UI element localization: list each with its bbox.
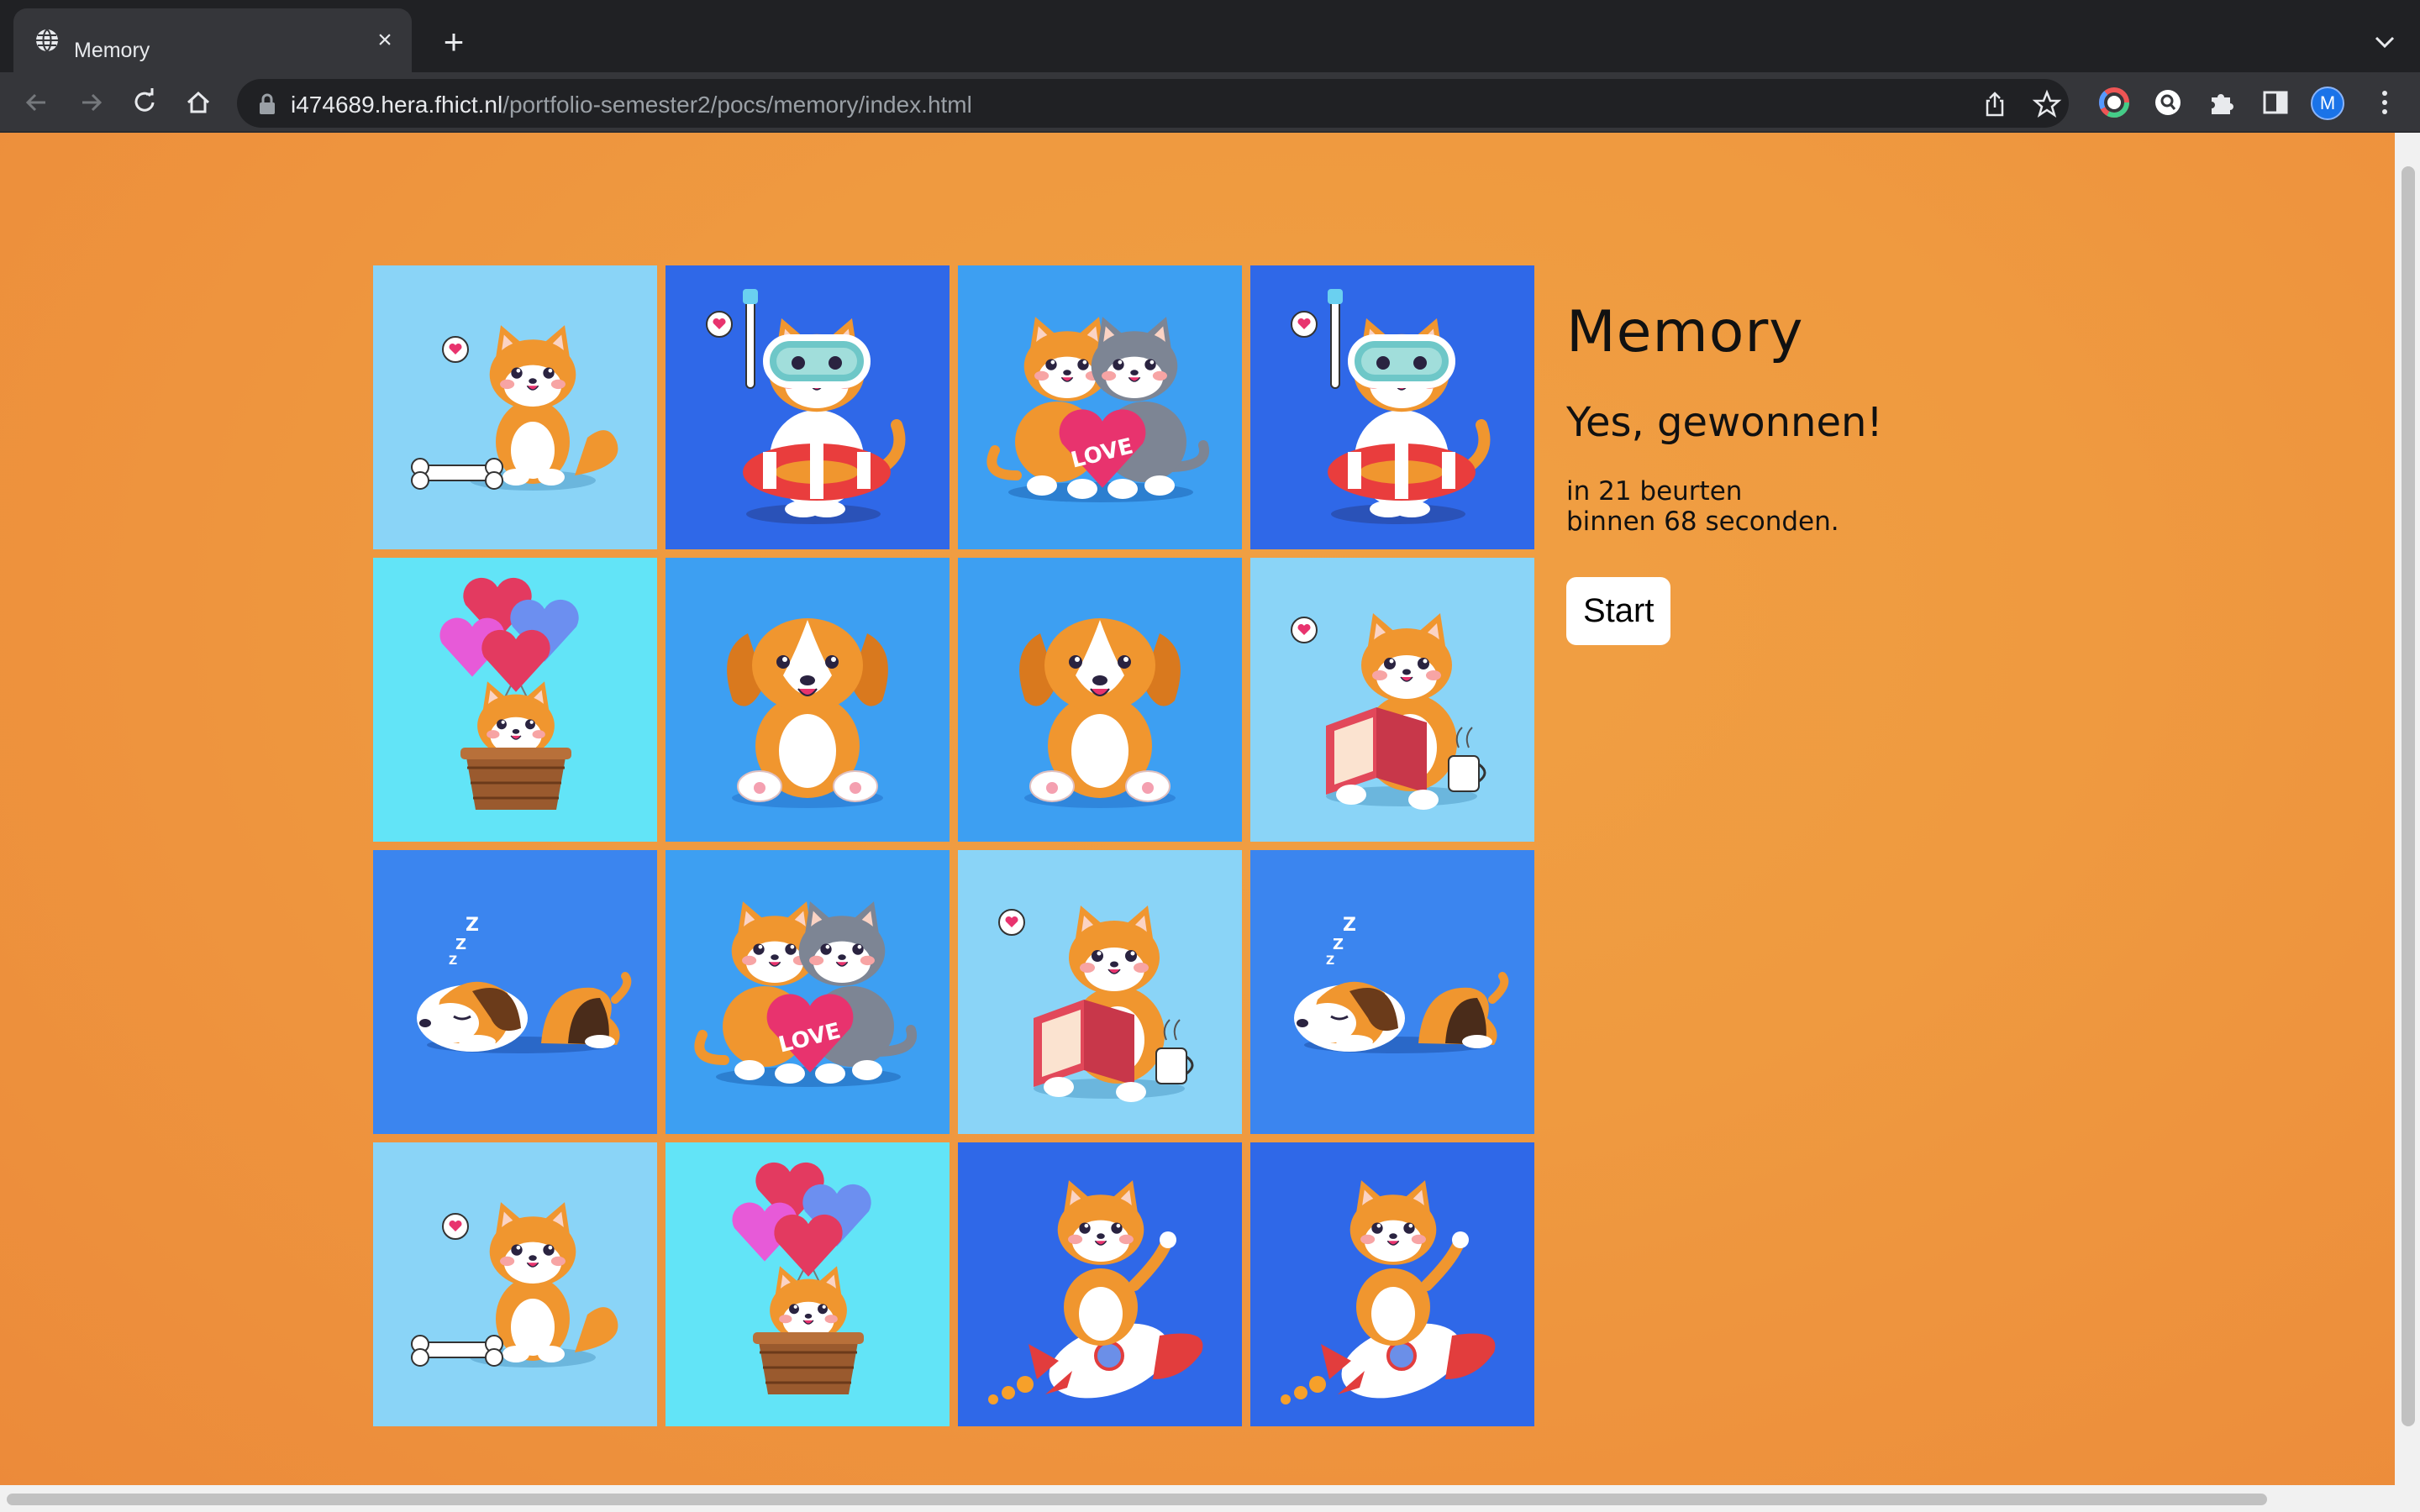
vertical-scrollbar[interactable] [2395,133,2420,1485]
puppy-illustration [727,618,888,808]
svg-text:Z: Z [455,936,466,953]
share-icon[interactable] [1980,89,2010,119]
result-message: Yes, gewonnen! [1566,399,1883,446]
globe-icon [36,29,58,52]
sleeping-dog-illustration: Z Z Z [417,915,632,1053]
memory-card-shiba-bone[interactable] [373,265,657,549]
shiba-bone-illustration [411,1202,618,1368]
new-tab-button[interactable]: + [435,24,472,60]
memory-board: LOVE Z Z Z LOVE Z Z Z [373,265,1536,1428]
horizontal-scrollbar[interactable] [0,1485,2420,1512]
close-tab-icon[interactable]: × [368,24,402,57]
svg-text:Z: Z [1343,915,1356,936]
svg-text:Z: Z [449,954,457,968]
memory-card-shiba-bone[interactable] [373,1142,657,1426]
svg-text:Z: Z [1333,936,1344,953]
bookmark-star-icon[interactable] [2032,89,2062,119]
reload-icon[interactable] [126,84,163,121]
address-bar[interactable]: i474689.hera.fhict.nl/portfolio-semester… [237,79,2069,128]
cats-love-illustration: LOVE [694,901,918,1087]
time-text: binnen 68 seconden. [1566,507,1839,537]
turns-text: in 21 beurten [1566,476,1743,507]
url-path: /portfolio-semester2/pocs/memory/index.h… [502,92,972,118]
vertical-scroll-thumb[interactable] [2402,166,2415,1426]
memory-card-sleeping-dog[interactable]: Z Z Z [1250,850,1534,1134]
snorkel-cat-illustration [1291,289,1491,524]
back-arrow-icon[interactable] [18,84,55,121]
forward-arrow-icon[interactable] [72,84,109,121]
browser-toolbar: i474689.hera.fhict.nl/portfolio-semester… [0,72,2420,133]
page-title: Memory [1566,299,1804,365]
page-viewport: LOVE Z Z Z LOVE Z Z Z Memory Yes, gewonn… [0,133,2420,1512]
svg-text:Z: Z [1326,954,1334,968]
chevron-down-icon[interactable] [2368,25,2402,59]
browser-tabstrip: Memory × + [0,0,2420,72]
memory-card-balloon-corgi[interactable] [666,1142,950,1426]
url-host: i474689.hera.fhict.nl [291,92,503,118]
memory-card-puppy[interactable] [958,558,1242,842]
rocket-shiba-illustration [1281,1180,1496,1404]
snorkel-cat-illustration [706,289,906,524]
memory-card-shiba-reading[interactable] [958,850,1242,1134]
start-button[interactable]: Start [1566,577,1671,645]
memory-card-puppy[interactable] [666,558,950,842]
memory-card-balloon-corgi[interactable] [373,558,657,842]
puzzle-piece-icon[interactable] [2203,84,2240,121]
balloon-corgi-illustration [439,577,579,810]
shiba-reading-illustration [1291,613,1486,810]
kebab-menu-icon[interactable] [2368,84,2402,121]
memory-card-cats-love[interactable]: LOVE [958,265,1242,549]
rocket-shiba-illustration [988,1180,1203,1404]
browser-tab[interactable]: Memory × [13,8,412,72]
color-extension-icon[interactable] [2096,84,2133,121]
memory-card-rocket-shiba[interactable] [1250,1142,1534,1426]
memory-card-snorkel-cat[interactable] [666,265,950,549]
memory-card-snorkel-cat[interactable] [1250,265,1534,549]
tab-title: Memory [74,39,150,62]
search-extension-icon[interactable] [2149,84,2186,121]
memory-card-sleeping-dog[interactable]: Z Z Z [373,850,657,1134]
horizontal-scroll-thumb[interactable] [7,1494,2267,1505]
game-stats: in 21 beurten binnen 68 seconden. [1566,476,2154,537]
memory-card-cats-love[interactable]: LOVE [666,850,950,1134]
profile-avatar[interactable]: M [2311,87,2344,120]
balloon-corgi-illustration [732,1162,871,1394]
cats-love-illustration: LOVE [986,317,1210,502]
sleeping-dog-illustration: Z Z Z [1294,915,1509,1053]
puppy-illustration [1019,618,1181,808]
shiba-reading-illustration [998,906,1194,1102]
svg-text:Z: Z [466,915,479,936]
game-panel: Memory Yes, gewonnen! in 21 beurten binn… [1566,299,2154,645]
home-icon[interactable] [180,84,217,121]
memory-card-rocket-shiba[interactable] [958,1142,1242,1426]
lock-icon[interactable] [257,93,277,115]
shiba-bone-illustration [411,325,618,491]
url-text[interactable]: i474689.hera.fhict.nl/portfolio-semester… [291,92,972,118]
side-panel-icon[interactable] [2257,84,2294,121]
memory-card-shiba-reading[interactable] [1250,558,1534,842]
